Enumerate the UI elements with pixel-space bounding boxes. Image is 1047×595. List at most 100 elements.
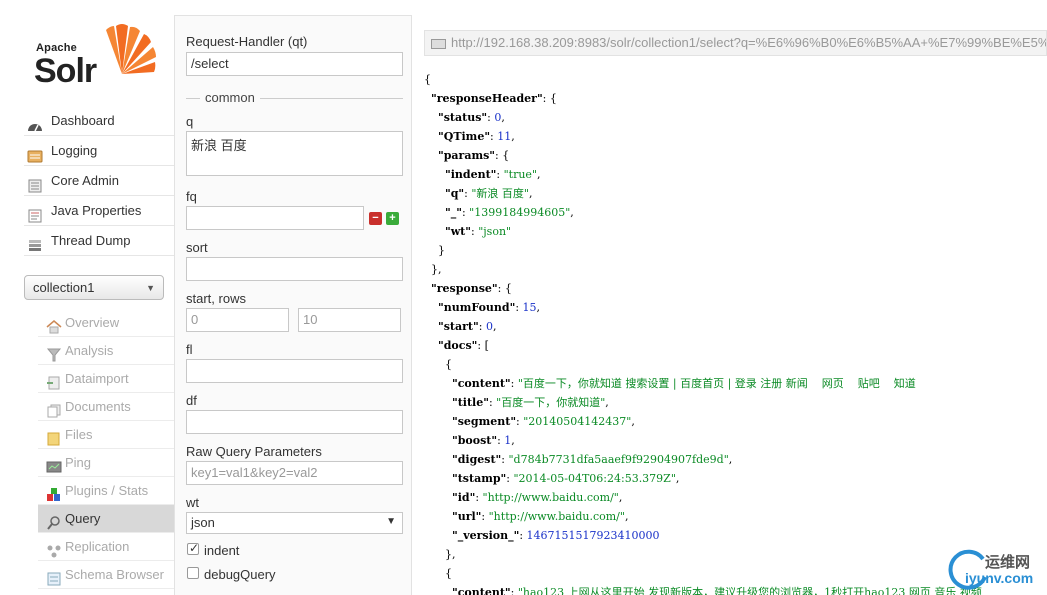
solr-logo[interactable]: Apache Solr (34, 22, 161, 90)
core-selector[interactable]: collection1 ▼ (24, 275, 164, 300)
indent-checkbox[interactable] (187, 541, 199, 555)
legend-line-right (260, 98, 403, 99)
fq-input[interactable] (186, 206, 364, 230)
json-token: 11 (497, 130, 512, 143)
json-token: "digest" (451, 453, 502, 466)
core-item-plugins-stats[interactable]: Plugins / Stats (38, 477, 174, 505)
menu-item-core-admin[interactable]: Core Admin (24, 166, 174, 196)
json-token: { (424, 567, 452, 580)
json-token: "百度一下，你就知道 搜索设置 | 百度首页 | 登录 注册 新闻 网页 贴吧 … (517, 377, 916, 390)
wt-label: wt (186, 495, 199, 510)
core-selector-value: collection1 (33, 280, 95, 295)
thread-dump-icon (27, 234, 45, 251)
core-item-files[interactable]: Files (38, 421, 174, 449)
sun-logo-icon (106, 24, 156, 74)
core-item-label: Files (65, 426, 93, 442)
json-token: "_" (444, 206, 462, 219)
json-token: , (511, 130, 515, 143)
core-item-label: Dataimport (65, 370, 129, 386)
q-textarea[interactable]: 新浪 百度 (186, 131, 403, 176)
menu-item-java-properties[interactable]: Java Properties (24, 196, 174, 226)
common-legend-text: common (202, 90, 258, 105)
core-admin-icon (27, 174, 45, 192)
fl-label: fl (186, 342, 193, 357)
json-token: : (475, 491, 483, 504)
core-item-dataimport[interactable]: Dataimport (38, 365, 174, 393)
json-token: "http://www.baidu.com/" (482, 491, 619, 504)
menu-item-label: Java Properties (51, 202, 142, 218)
watermark-line1: 运维网 (985, 554, 1031, 571)
json-token: "content" (451, 377, 511, 390)
debug-query-checkbox[interactable] (187, 567, 199, 579)
chevron-down-icon: ▼ (146, 283, 155, 293)
json-token: "QTime" (438, 130, 491, 143)
json-line: "indent": "true", (424, 165, 1047, 184)
json-token: "新浪 百度" (471, 187, 529, 200)
fq-remove-button[interactable]: − (369, 212, 382, 225)
response-url-text: http://192.168.38.209:8983/solr/collecti… (451, 35, 1047, 50)
indent-label: indent (204, 543, 240, 558)
json-token: , (618, 491, 623, 504)
start-rows-label: start, rows (186, 291, 246, 306)
json-token: "d784b7731dfa5aaef9f92904907fde9d" (508, 453, 729, 466)
core-item-label: Plugins / Stats (65, 482, 149, 498)
menu-item-logging[interactable]: Logging (24, 136, 174, 166)
rows-input[interactable]: 10 (298, 308, 401, 332)
core-item-documents[interactable]: Documents (38, 393, 174, 421)
core-item-schema-browser[interactable]: Schema Browser (38, 561, 174, 589)
json-response: { "responseHeader": { "status": 0, "QTim… (424, 70, 1047, 595)
json-line: "responseHeader": { (424, 89, 1047, 108)
sort-input[interactable] (186, 257, 403, 281)
core-menu: Overview Analysis Dataimport Documents F… (38, 309, 174, 589)
home-icon (46, 316, 62, 333)
fq-label: fq (186, 189, 197, 204)
ping-icon (46, 456, 62, 472)
raw-params-input[interactable]: key1=val1&key2=val2 (186, 461, 403, 485)
json-line: "q": "新浪 百度", (424, 184, 1047, 203)
json-token: : (519, 529, 527, 542)
json-token: , (536, 301, 541, 314)
response-url-link[interactable]: http://192.168.38.209:8983/solr/collecti… (424, 30, 1047, 56)
json-token: "params" (438, 149, 496, 162)
json-token: : { (497, 282, 512, 295)
df-input[interactable] (186, 410, 403, 434)
json-token: 15 (522, 301, 537, 314)
java-properties-icon (27, 204, 45, 222)
json-token: "1399184994605" (469, 206, 571, 219)
menu-item-thread-dump[interactable]: Thread Dump (24, 226, 174, 256)
core-item-overview[interactable]: Overview (38, 309, 174, 337)
json-token: "boost" (451, 434, 498, 447)
json-token: : (510, 377, 518, 390)
json-token: { (424, 358, 452, 371)
json-token: "response" (431, 282, 498, 295)
core-item-analysis[interactable]: Analysis (38, 337, 174, 365)
wt-select[interactable]: json ▼ (186, 512, 403, 534)
json-line: "digest": "d784b7731dfa5aaef9f92904907fd… (424, 450, 1047, 469)
funnel-icon (46, 344, 62, 361)
query-form: Request-Handler (qt) /select common q 新浪… (174, 15, 412, 595)
qt-input[interactable]: /select (186, 52, 403, 76)
fl-input[interactable] (186, 359, 403, 383)
core-item-replication[interactable]: Replication (38, 533, 174, 561)
core-item-ping[interactable]: Ping (38, 449, 174, 477)
fq-add-button[interactable]: + (386, 212, 399, 225)
menu-item-dashboard[interactable]: Dashboard (24, 106, 174, 136)
start-input[interactable]: 0 (186, 308, 289, 332)
common-legend: common (186, 90, 403, 106)
main-menu: Dashboard Logging Core Admin Java Proper… (24, 106, 174, 256)
json-token: "id" (451, 491, 476, 504)
json-token: , (605, 396, 609, 409)
json-line: { (424, 70, 1047, 89)
json-token: , (624, 510, 629, 523)
core-item-query[interactable]: Query (38, 505, 174, 533)
json-line: }, (424, 260, 1047, 279)
core-item-label: Schema Browser (65, 566, 164, 582)
json-line: } (424, 241, 1047, 260)
